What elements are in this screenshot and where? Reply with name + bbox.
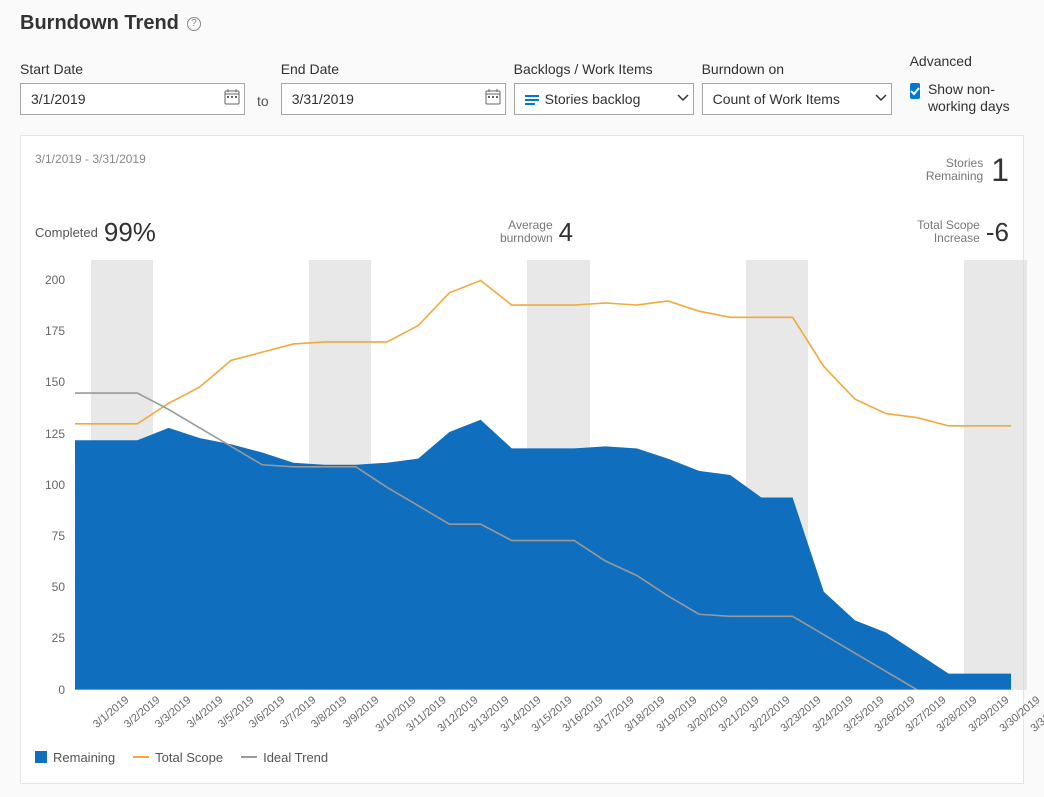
scope-increase-value: -6 xyxy=(986,217,1009,248)
start-date-label: Start Date xyxy=(20,61,245,77)
legend-totalscope-swatch xyxy=(133,756,149,758)
to-separator: to xyxy=(245,93,281,115)
stories-remaining-value: 1 xyxy=(991,152,1009,189)
start-date-input[interactable]: 3/1/2019 xyxy=(20,83,245,115)
total-scope-line xyxy=(75,280,1011,425)
y-tick: 175 xyxy=(35,324,65,338)
scope-increase-label2: Increase xyxy=(917,232,980,245)
start-date-value: 3/1/2019 xyxy=(31,91,86,107)
help-icon[interactable]: ? xyxy=(187,17,201,31)
legend-remaining-swatch xyxy=(35,751,47,763)
calendar-icon[interactable] xyxy=(485,89,501,108)
y-tick: 75 xyxy=(35,529,65,543)
remaining-label: Remaining xyxy=(926,170,983,183)
y-tick: 25 xyxy=(35,631,65,645)
y-tick: 150 xyxy=(35,375,65,389)
burndown-on-label: Burndown on xyxy=(702,61,892,77)
legend-ideal-label: Ideal Trend xyxy=(263,750,328,765)
y-tick: 0 xyxy=(35,683,65,697)
calendar-icon[interactable] xyxy=(224,89,240,108)
end-date-input[interactable]: 3/31/2019 xyxy=(281,83,506,115)
y-tick: 125 xyxy=(35,427,65,441)
burndown-chart: 0255075100125150175200 3/1/20193/2/20193… xyxy=(35,260,1011,730)
burndown-on-value: Count of Work Items xyxy=(713,91,840,107)
legend-totalscope-label: Total Scope xyxy=(155,750,223,765)
completed-label: Completed xyxy=(35,225,98,240)
show-nonworking-label: Show non-working days xyxy=(928,81,1024,115)
advanced-label: Advanced xyxy=(910,53,1024,69)
remaining-area xyxy=(75,419,1011,689)
chart-legend: Remaining Total Scope Ideal Trend xyxy=(35,750,1009,765)
end-date-label: End Date xyxy=(281,61,506,77)
burndown-card: 3/1/2019 - 3/31/2019 Stories Remaining 1… xyxy=(20,135,1024,784)
legend-remaining-label: Remaining xyxy=(53,750,115,765)
backlogs-value: Stories backlog xyxy=(545,91,641,107)
legend-ideal-swatch xyxy=(241,756,257,758)
show-nonworking-checkbox[interactable] xyxy=(910,83,920,99)
end-date-value: 3/31/2019 xyxy=(292,91,354,107)
backlogs-dropdown[interactable]: Stories backlog xyxy=(514,83,694,115)
y-tick: 200 xyxy=(35,273,65,287)
y-tick: 100 xyxy=(35,478,65,492)
avg-burndown-value: 4 xyxy=(559,217,573,248)
y-tick: 50 xyxy=(35,580,65,594)
chevron-down-icon xyxy=(677,91,689,107)
filter-bar: Start Date 3/1/2019 to End Date 3/31/201… xyxy=(20,53,1024,115)
avg-burndown-label2: burndown xyxy=(500,232,553,245)
completed-value: 99% xyxy=(104,217,156,248)
burndown-on-dropdown[interactable]: Count of Work Items xyxy=(702,83,892,115)
backlog-icon xyxy=(525,93,539,105)
chevron-down-icon xyxy=(875,91,887,107)
page-title: Burndown Trend xyxy=(20,12,179,35)
date-range-text: 3/1/2019 - 3/31/2019 xyxy=(35,152,146,166)
backlogs-label: Backlogs / Work Items xyxy=(514,61,694,77)
